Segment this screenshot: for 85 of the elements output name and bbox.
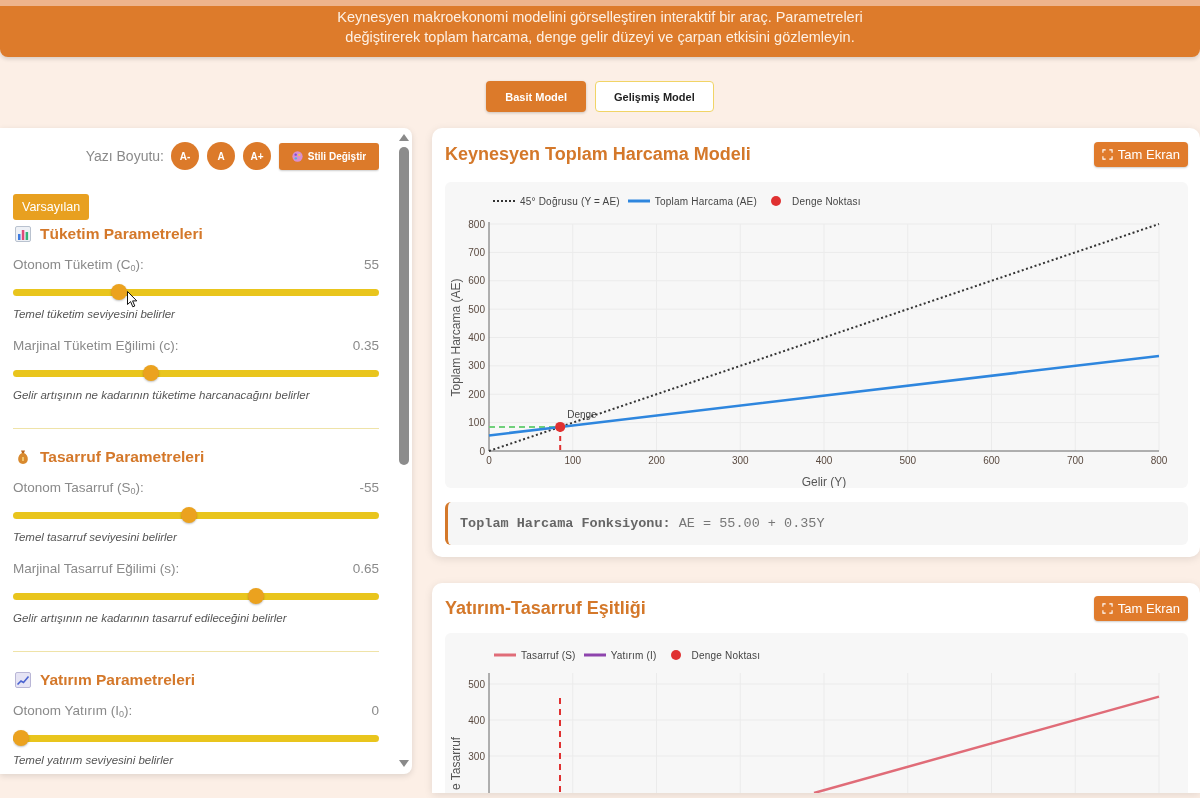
change-style-button[interactable]: Stili Değiştir <box>279 142 379 170</box>
font-size-button[interactable]: A- <box>171 142 199 170</box>
y-tick-label: 400 <box>468 714 485 726</box>
y-tick-label: 800 <box>468 218 485 230</box>
parameter-value: 0 <box>371 702 379 720</box>
scroll-up-icon[interactable] <box>399 134 409 141</box>
font-size-button[interactable]: A <box>207 142 235 170</box>
slider[interactable] <box>13 365 379 381</box>
intro-text: Keynesyen makroekonomi modelini görselleştiren interaktif bir araç. Parametreleri <box>337 8 863 27</box>
legend-label: 45° Doğrusu (Y = AE) <box>520 195 620 207</box>
parameter-label: Otonom Tüketim (C$_{0}$): <box>13 256 144 275</box>
parameter-value: 55 <box>363 256 379 274</box>
parameter-description: Gelir artışının ne kadarının tüketime harcanacağını belirler <box>13 388 311 402</box>
equilibrium-point <box>555 421 566 432</box>
x-tick-label: 300 <box>731 455 749 466</box>
palette-icon <box>291 150 303 162</box>
x-tick-label: 700 <box>1066 455 1084 466</box>
legend-label: Yatırım (I) <box>610 649 657 661</box>
legend-label: Denge Noktası <box>792 195 861 207</box>
legend-label: Tasarruf (S) <box>521 649 576 661</box>
x-tick-label: 800 <box>1150 455 1168 466</box>
y-tick-label: 700 <box>468 246 485 258</box>
font-size-label: Yazı Boyutu: <box>85 148 164 164</box>
slider[interactable] <box>13 588 379 604</box>
scrollbar-thumb[interactable] <box>399 147 409 465</box>
section-heading: Tasarruf Parametreleri <box>40 448 205 466</box>
bar-chart-icon <box>15 226 31 242</box>
slider-thumb[interactable] <box>111 284 127 300</box>
x-tick-label: 0 <box>486 455 492 466</box>
slider-thumb[interactable] <box>13 730 29 746</box>
y-tick-label: 100 <box>468 417 485 429</box>
slider[interactable] <box>13 507 379 523</box>
y-tick-label: 500 <box>468 678 485 690</box>
card-title: Keynesyen Toplam Harcama Modeli <box>445 144 751 165</box>
slider[interactable] <box>13 730 379 746</box>
y-tick-label: 500 <box>468 303 485 315</box>
slider-thumb[interactable] <box>247 588 264 604</box>
y-tick-label: 400 <box>468 332 485 343</box>
y-axis-title: e Tasarruf <box>449 736 463 790</box>
slider[interactable] <box>13 284 379 300</box>
y-tick-label: 600 <box>468 275 485 287</box>
parameter-label: Marjinal Tasarruf Eğilimi (s): <box>13 560 180 578</box>
model-tab[interactable]: Basit Model <box>486 81 586 112</box>
parameter-description: Temel tasarruf seviyesini belirler <box>13 530 178 544</box>
parameter-description: Temel yatırım seviyesini belirler <box>13 753 175 767</box>
y-tick-label: 0 <box>479 445 485 457</box>
formula-box: Toplam Harcama Fonksiyonu: AE = 55.00 + 0.35Y <box>445 502 1188 545</box>
parameter-label: Marjinal Tüketim Eğilimi (c): <box>13 337 179 355</box>
parameter-description: Temel tüketim seviyesini belirler <box>13 307 176 321</box>
parameter-label: Otonom Tasarruf (S$_{0}$): <box>13 479 144 498</box>
fullscreen-button[interactable]: Tam Ekran <box>1093 142 1188 167</box>
x-tick-label: 500 <box>899 455 917 466</box>
y-tick-label: 200 <box>468 388 485 400</box>
reset-button[interactable]: Varsayılan <box>13 194 90 220</box>
fullscreen-button[interactable]: Tam Ekran <box>1093 596 1188 621</box>
section-heading: Tüketim Parametreleri <box>40 225 203 243</box>
parameter-value: 0.65 <box>352 560 379 578</box>
expand-icon <box>1101 149 1113 160</box>
slider-thumb[interactable] <box>142 365 159 381</box>
parameter-description: Gelir artışının ne kadarının tasarruf edileceğini belirler <box>13 611 288 625</box>
point-annotation: Denge <box>567 408 597 420</box>
legend-label: Denge Noktası <box>691 649 761 661</box>
model-tab[interactable]: Gelişmiş Model <box>595 81 714 112</box>
x-axis-title: Gelir (Y) <box>801 475 847 488</box>
mouse-pointer-icon <box>127 291 138 308</box>
x-tick-label: 200 <box>648 455 665 466</box>
line-chart-icon <box>15 672 31 688</box>
y-tick-label: 300 <box>468 750 485 762</box>
money-bag-icon <box>15 449 31 465</box>
parameter-value: -55 <box>359 479 379 497</box>
x-tick-label: 600 <box>983 455 1000 466</box>
slider-thumb[interactable] <box>181 507 197 523</box>
parameter-value: 0.35 <box>352 337 379 355</box>
intro-text: değiştirerek toplam harcama, denge gelir düzeyi ve çarpan etkisini gözlemleyin. <box>345 28 855 47</box>
x-tick-label: 400 <box>815 455 833 466</box>
y-axis-title: Toplam Harcama (AE) <box>449 278 463 397</box>
y-tick-label: 300 <box>468 360 485 372</box>
card-title: Yatırım-Tasarruf Eşitliği <box>445 598 646 619</box>
parameter-label: Otonom Yatırım (I$_{0}$): <box>13 702 133 721</box>
x-tick-label: 100 <box>564 455 582 466</box>
font-size-button[interactable]: A+ <box>243 142 271 170</box>
expand-icon <box>1101 603 1113 614</box>
section-heading: Yatırım Parametreleri <box>40 671 196 689</box>
scroll-down-icon[interactable] <box>399 760 409 767</box>
legend-label: Toplam Harcama (AE) <box>654 195 757 207</box>
